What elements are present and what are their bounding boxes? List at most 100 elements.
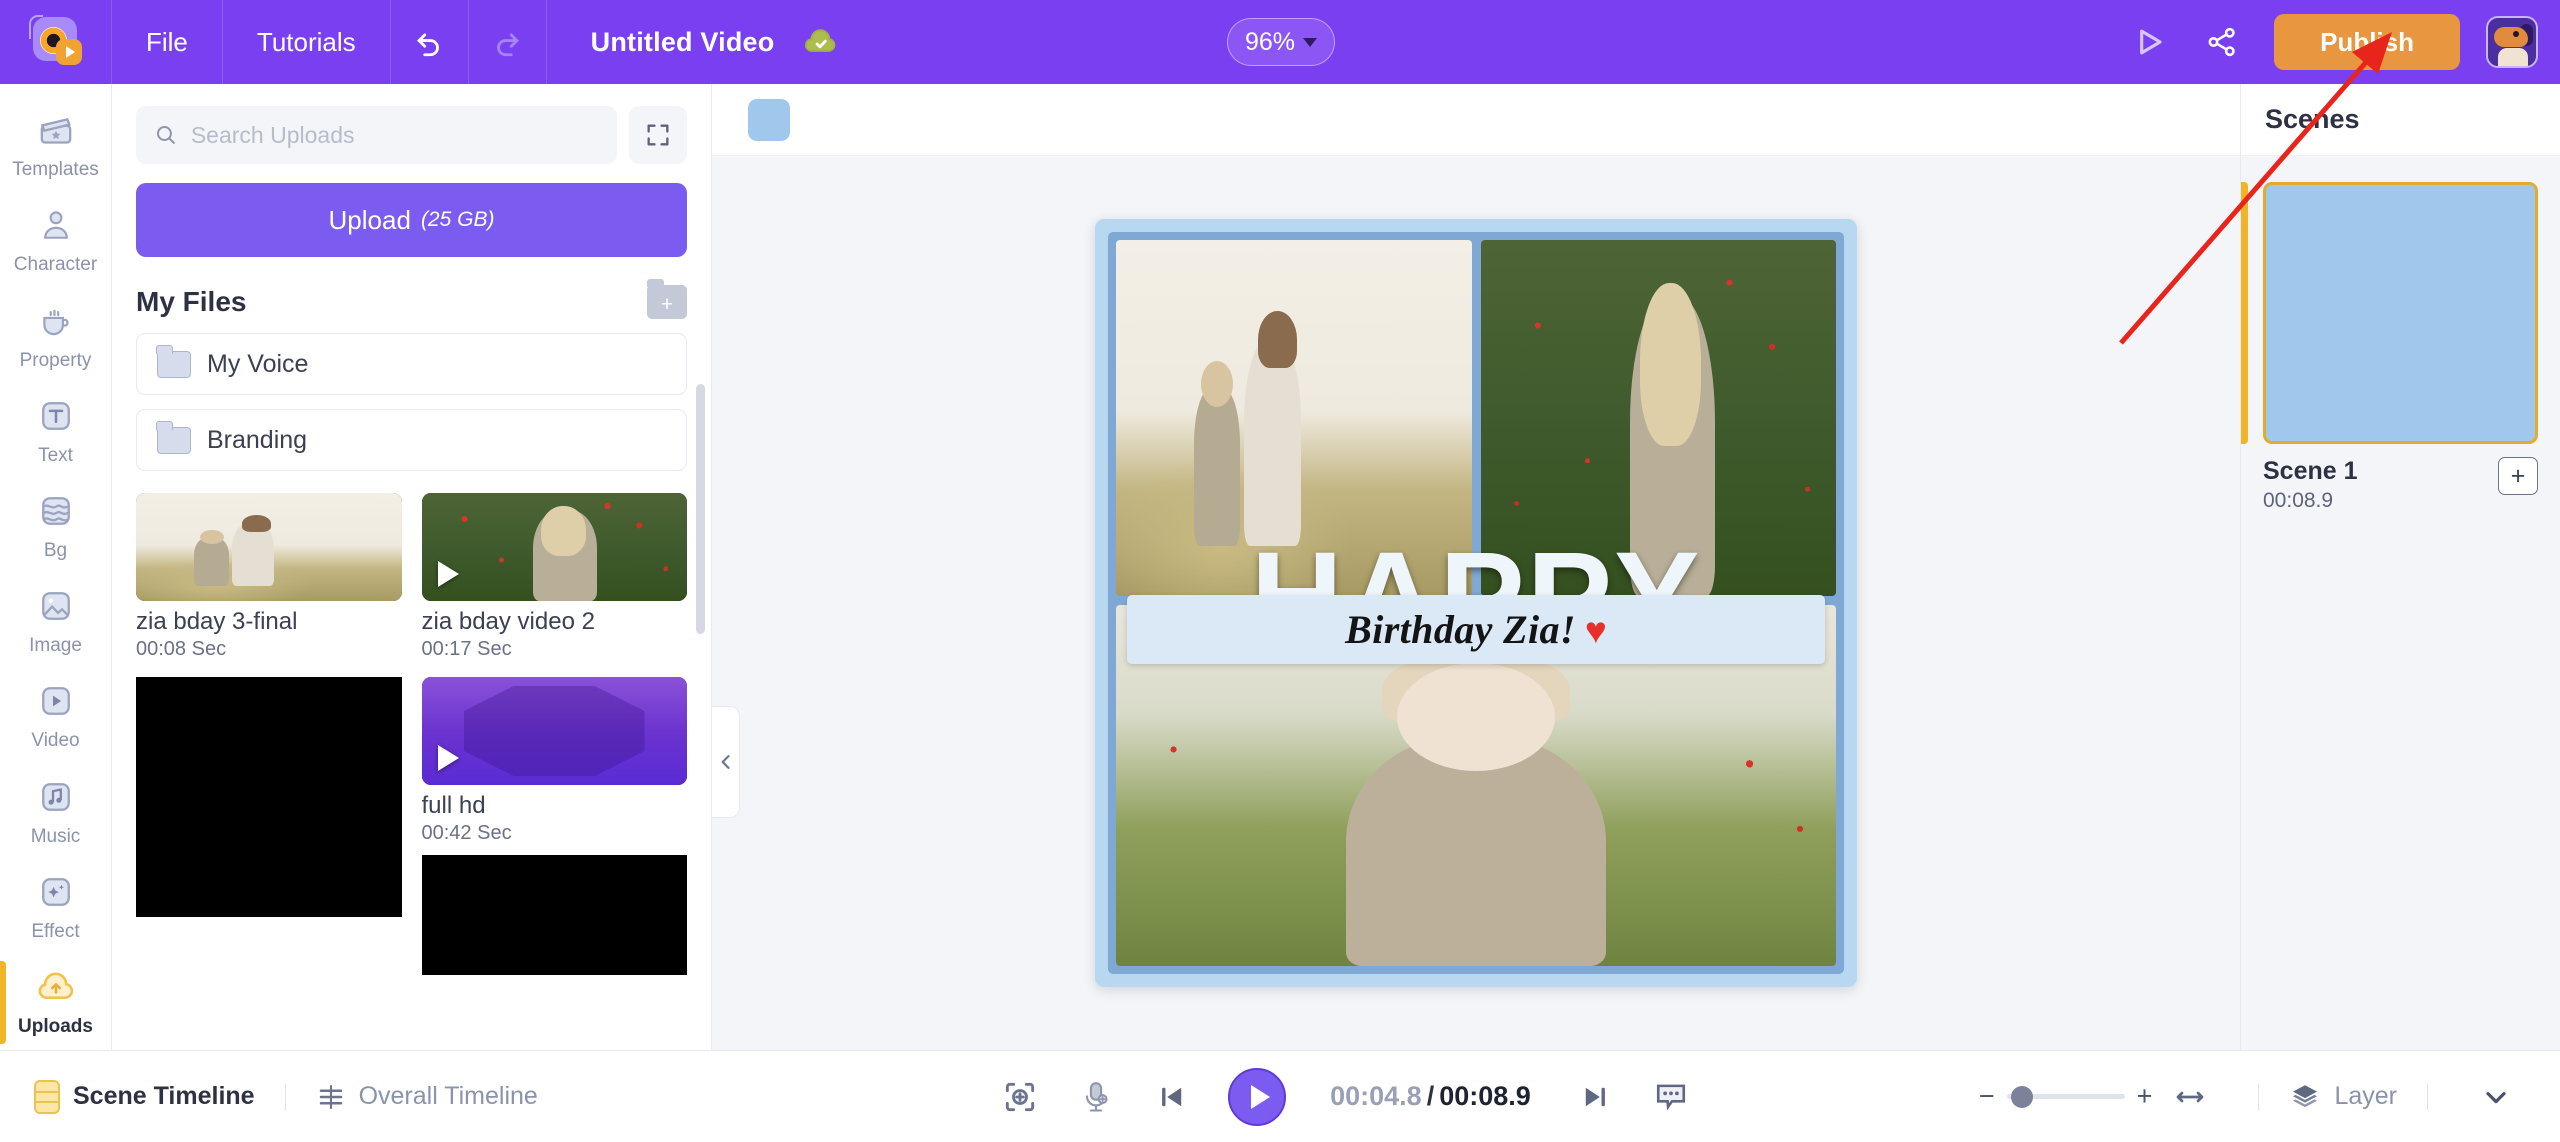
folder-icon	[156, 420, 191, 454]
background-color-swatch[interactable]	[748, 98, 790, 141]
expand-arrows-icon	[647, 124, 669, 146]
sidebar-item-image[interactable]: Image	[0, 574, 111, 669]
chevron-down-icon	[1303, 37, 1318, 47]
collapse-panel-button[interactable]	[712, 706, 740, 818]
timeline-tabs: Scene Timeline Overall Timeline	[0, 1079, 712, 1114]
fit-width-button[interactable]	[2152, 1059, 2228, 1135]
canvas-stage[interactable]: HAPPY Birthday Zia!♥	[712, 156, 2240, 1050]
sidebar-item-text[interactable]: Text	[0, 384, 111, 479]
sidebar-item-video[interactable]: Video	[0, 669, 111, 764]
expand-timeline-button[interactable]	[2458, 1059, 2534, 1135]
sidebar-item-label: Music	[30, 825, 81, 847]
undo-button[interactable]	[391, 0, 469, 84]
cup-icon	[35, 301, 77, 341]
skip-next-button[interactable]	[1557, 1059, 1633, 1135]
share-icon	[2208, 27, 2235, 57]
scenes-list: Scene 1 00:08.9 +	[2241, 156, 2560, 513]
artboard[interactable]: HAPPY Birthday Zia!♥	[1095, 219, 1857, 987]
tutorials-menu-label: Tutorials	[256, 26, 356, 57]
upload-button[interactable]: Upload (25 GB)	[136, 183, 687, 257]
share-button[interactable]	[2186, 0, 2258, 84]
undo-icon	[417, 33, 439, 57]
media-thumbnail[interactable]	[136, 493, 402, 601]
media-item[interactable]	[136, 677, 402, 975]
preview-button[interactable]	[2114, 0, 2186, 84]
app-logo[interactable]	[0, 0, 112, 84]
overlay-banner[interactable]: Birthday Zia! ♥	[1127, 595, 1825, 665]
media-thumbnail[interactable]	[421, 493, 687, 601]
media-thumbnail[interactable]	[421, 855, 687, 975]
text-t-icon	[35, 396, 77, 436]
sidebar-item-effect[interactable]: Effect	[0, 860, 111, 955]
zoom-in-button[interactable]: +	[2137, 1083, 2153, 1110]
effect-sparkle-icon	[35, 872, 77, 912]
preview-play-icon	[2140, 29, 2162, 55]
media-item[interactable]: zia bday video 2 00:17 Sec	[421, 493, 687, 661]
folder-plus-icon[interactable]: +	[647, 279, 687, 319]
view-controls: − + Layer	[1979, 1059, 2560, 1135]
playback-controls: 00:04.8/00:08.9	[712, 1059, 1979, 1135]
fit-selection-icon	[1006, 1082, 1035, 1111]
scene-thumbnail[interactable]	[2263, 182, 2538, 444]
play-button[interactable]	[1228, 1067, 1287, 1126]
sidebar-item-property[interactable]: Property	[0, 288, 111, 383]
expand-panel-button[interactable]	[629, 106, 687, 164]
artboard-photo-1[interactable]	[1116, 240, 1472, 596]
search-box[interactable]	[136, 106, 617, 164]
zoom-slider[interactable]	[2006, 1085, 2125, 1108]
media-thumbnail[interactable]	[136, 677, 402, 917]
tab-scene-timeline[interactable]: Scene Timeline	[34, 1079, 255, 1114]
artboard-photo-2[interactable]	[1480, 240, 1836, 596]
sidebar-item-bg[interactable]: Bg	[0, 479, 111, 574]
bottom-toolbar: Scene Timeline Overall Timeline 00:04.8 …	[0, 1050, 2560, 1142]
tab-label: Overall Timeline	[358, 1082, 538, 1110]
media-item[interactable]: full hd 00:42 Sec	[421, 677, 687, 975]
page-title[interactable]: Untitled Video	[591, 27, 775, 58]
scenes-panel: Scenes Scene 1 00:08.9 +	[2240, 84, 2560, 1050]
redo-button[interactable]	[469, 0, 547, 84]
caption-button[interactable]	[1633, 1059, 1709, 1135]
panel-scrollbar[interactable]	[696, 384, 705, 634]
tab-overall-timeline[interactable]: Overall Timeline	[316, 1082, 538, 1112]
zoom-out-button[interactable]: −	[1979, 1083, 1995, 1110]
divider	[284, 1083, 286, 1110]
zoom-slider-knob[interactable]	[2010, 1085, 2033, 1108]
media-name: full hd	[421, 792, 486, 819]
current-time: 00:04.8	[1330, 1081, 1422, 1111]
overlay-banner-text: Birthday Zia!	[1345, 607, 1576, 653]
media-thumbnail[interactable]	[421, 677, 687, 785]
tutorials-menu[interactable]: Tutorials	[223, 0, 391, 84]
folder-item-branding[interactable]: Branding	[136, 409, 687, 471]
layer-button[interactable]: Layer	[2289, 1081, 2397, 1113]
cloud-upload-icon	[35, 967, 77, 1007]
cloud-saved-icon	[802, 27, 840, 57]
publish-button[interactable]: Publish	[2274, 14, 2460, 70]
zoom-level-dropdown[interactable]: 96%	[1227, 18, 1335, 66]
sidebar-item-label: Image	[29, 635, 82, 657]
sidebar-item-character[interactable]: Character	[0, 193, 111, 288]
fit-selection-button[interactable]	[982, 1059, 1058, 1135]
music-note-icon	[35, 777, 77, 817]
search-input[interactable]	[190, 121, 599, 149]
sidebar-item-music[interactable]: Music	[0, 764, 111, 859]
avatar[interactable]	[2486, 16, 2538, 68]
file-menu[interactable]: File	[112, 0, 223, 84]
media-item[interactable]: zia bday 3-final 00:08 Sec	[136, 493, 402, 661]
upload-size-label: (25 GB)	[420, 208, 495, 231]
play-icon	[1250, 1084, 1270, 1109]
canvas-area: HAPPY Birthday Zia!♥	[712, 84, 2240, 1050]
left-rail: Templates Character Property Text Bg Ima…	[0, 84, 112, 1050]
add-scene-button[interactable]: +	[2498, 457, 2538, 495]
sidebar-item-templates[interactable]: Templates	[0, 98, 111, 193]
redo-icon	[497, 33, 520, 57]
record-voice-button[interactable]	[1058, 1059, 1134, 1135]
folder-item-my-voice[interactable]: My Voice	[136, 333, 687, 395]
skip-previous-button[interactable]	[1134, 1059, 1210, 1135]
sidebar-item-label: Uploads	[18, 1015, 93, 1037]
sidebar-item-label: Video	[31, 730, 80, 752]
zoom-level-value: 96%	[1244, 27, 1296, 56]
sidebar-item-label: Character	[13, 254, 98, 276]
canvas-toolbar	[712, 84, 2240, 156]
heart-icon: ♥	[1584, 610, 1607, 652]
sidebar-item-uploads[interactable]: Uploads	[0, 955, 111, 1050]
